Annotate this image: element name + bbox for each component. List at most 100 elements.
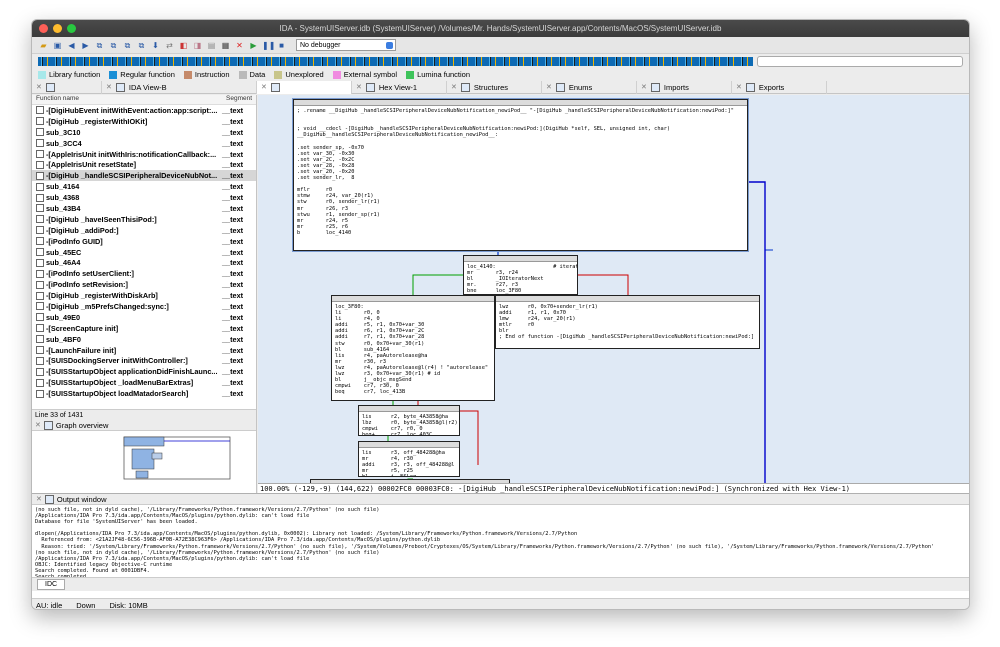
tab-imports[interactable]: ✕ Imports <box>637 80 732 94</box>
function-name: -[DigiHub _handleSCSIPeripheralDeviceNub… <box>46 171 218 181</box>
tab-hex-view[interactable]: ✕ Hex View-1 <box>352 80 447 94</box>
close-icon[interactable]: ✕ <box>106 81 112 94</box>
binoculars-next-icon[interactable]: ⧉ <box>136 40 147 51</box>
function-row[interactable]: sub_4BF0 __text <box>32 334 256 345</box>
tab-structures[interactable]: ✕ Structures <box>447 80 542 94</box>
function-row[interactable]: -[SUISStartupObject applicationDidFinish… <box>32 366 256 377</box>
close-icon[interactable]: ✕ <box>36 495 42 503</box>
function-name: -[DigiHub _m5PrefsChanged:sync:] <box>46 301 169 311</box>
navigation-dropdown[interactable] <box>757 55 963 67</box>
hex-icon[interactable]: ▦ <box>220 40 231 51</box>
tab-bar: ✕ ✕ IDA View-B ✕ ✕ Hex View-1 ✕ Structures … <box>32 80 969 94</box>
close-icon[interactable]: ✕ <box>36 81 42 94</box>
function-row[interactable]: sub_3CC4 __text <box>32 138 256 149</box>
function-row[interactable]: -[DigiHubEvent initWithEvent:action:app:… <box>32 105 256 116</box>
tab-exports[interactable]: ✕ Exports <box>732 80 827 94</box>
node-code: ; .rename __DigiHub _handleSCSIPeriphera… <box>297 108 734 236</box>
function-row[interactable]: sub_43B4 __text <box>32 203 256 214</box>
function-icon <box>36 346 44 355</box>
function-row[interactable]: -[AppleIrisUnit resetState] __text <box>32 159 256 170</box>
function-row[interactable]: sub_4164 __text <box>32 181 256 192</box>
close-icon[interactable]: ✕ <box>451 81 457 94</box>
column-function-name[interactable]: Function name <box>36 95 226 104</box>
binoculars-icon[interactable]: ⧉ <box>94 40 105 51</box>
function-row[interactable]: -[DigiHub _handleSCSIPeripheralDeviceNub… <box>32 170 256 182</box>
node-header <box>496 296 759 302</box>
node-header <box>332 296 494 302</box>
function-row[interactable]: sub_3C10 __text <box>32 127 256 138</box>
debugger-select[interactable]: No debugger <box>296 39 396 51</box>
minimize-window-button[interactable] <box>53 24 62 33</box>
stop-icon[interactable]: ✕ <box>234 40 245 51</box>
graph-node-function-entry[interactable]: ; .rename __DigiHub _handleSCSIPeriphera… <box>293 99 748 251</box>
navigation-band[interactable] <box>32 54 969 68</box>
function-name: sub_4164 <box>46 182 80 192</box>
close-icon[interactable]: ✕ <box>546 81 552 94</box>
function-name: sub_4368 <box>46 193 80 203</box>
tab-enums[interactable]: ✕ Enums <box>542 80 637 94</box>
graph-overview-area[interactable] <box>32 431 256 493</box>
function-icon <box>36 367 44 376</box>
binoculars-hex-icon[interactable]: ⧉ <box>122 40 133 51</box>
tab-functions[interactable]: ✕ <box>32 80 102 94</box>
close-icon[interactable]: ✕ <box>736 81 742 94</box>
function-row[interactable]: -[SUISDockingServer initWithController:]… <box>32 355 256 366</box>
function-row[interactable]: -[DigiHub _m5PrefsChanged:sync:] __text <box>32 301 256 312</box>
function-row[interactable]: -[ScreenCapture init] __text <box>32 323 256 334</box>
play-icon[interactable]: ▶ <box>248 40 259 51</box>
function-row[interactable]: -[iPodInfo setUserClient:] __text <box>32 268 256 279</box>
function-row[interactable]: -[iPodInfo GUID] __text <box>32 236 256 247</box>
status-disk: Disk: 10MB <box>109 601 148 610</box>
function-row[interactable]: -[DigiHub _registerWithIOKit] __text <box>32 116 256 127</box>
stop-square-icon[interactable]: ■ <box>276 40 287 51</box>
navigation-colorbar[interactable] <box>38 56 753 66</box>
back-arrow-icon[interactable]: ◀ <box>66 40 77 51</box>
close-icon[interactable]: ✕ <box>261 81 267 94</box>
disassembly-graph-view[interactable]: ; .rename __DigiHub _handleSCSIPeriphera… <box>258 95 969 483</box>
function-segment: __text <box>222 182 244 192</box>
function-icon <box>36 248 44 257</box>
save-icon[interactable]: ▣ <box>52 40 63 51</box>
close-window-button[interactable] <box>39 24 48 33</box>
function-row[interactable]: -[DigiHub _addiPod:] __text <box>32 225 256 236</box>
graph-node-loop[interactable]: loc_4140: # iterator mr r3, r24 bl _IOIt… <box>463 255 578 295</box>
jump-down-icon[interactable]: ⬇ <box>150 40 161 51</box>
function-row[interactable]: sub_45EC __text <box>32 247 256 258</box>
function-row[interactable]: sub_46A4 __text <box>32 257 256 268</box>
function-row[interactable]: sub_4368 __text <box>32 192 256 203</box>
graph-node-body[interactable]: loc_3F80: li r0, 0 li r4, 0 addi r5, r1,… <box>331 295 495 401</box>
column-segment[interactable]: Segment <box>226 95 252 104</box>
function-row[interactable]: -[SUISStartupObject loadMatadorSearch] __… <box>32 388 256 399</box>
tab-graph[interactable]: ✕ <box>257 80 352 94</box>
graph-node-check[interactable]: lis r2, byte_4A3858@ha lbz r0, byte_4A38… <box>358 405 460 436</box>
function-row[interactable]: -[DigiHub _registerWithDiskArb] __text <box>32 290 256 301</box>
function-row[interactable]: -[SUISStartupObject _loadMenuBarExtras] _… <box>32 377 256 388</box>
undefine-icon[interactable]: ▤ <box>206 40 217 51</box>
output-text[interactable]: (no such file, not in dyld cache), '/Lib… <box>32 505 969 577</box>
graph-node-nslog[interactable]: lis r3, off_484288@ha mr r4, r30 addi r3… <box>358 441 460 477</box>
function-row[interactable]: -[AppleIrisUnit initWithIris:notificatio… <box>32 149 256 160</box>
close-icon[interactable]: ✕ <box>35 421 41 429</box>
graph-view-icon <box>270 82 280 92</box>
code-icon[interactable]: ◧ <box>178 40 189 51</box>
data-icon[interactable]: ◨ <box>192 40 203 51</box>
function-segment: __text <box>222 203 244 213</box>
convert-icon[interactable]: ⇄ <box>164 40 175 51</box>
functions-list[interactable]: -[DigiHubEvent initWithEvent:action:app:… <box>32 105 256 409</box>
function-row[interactable]: -[DigiHub _haveISeenThisiPod:] __text <box>32 214 256 225</box>
function-icon <box>36 378 44 387</box>
idc-language-button[interactable]: IDC <box>37 579 66 590</box>
binoculars-text-icon[interactable]: ⧉ <box>108 40 119 51</box>
tab-ida-view-b[interactable]: ✕ IDA View-B <box>102 80 257 94</box>
zoom-window-button[interactable] <box>67 24 76 33</box>
open-folder-icon[interactable]: ▰ <box>38 40 49 51</box>
forward-arrow-icon[interactable]: ▶ <box>80 40 91 51</box>
close-icon[interactable]: ✕ <box>356 81 362 94</box>
function-row[interactable]: sub_49E0 __text <box>32 312 256 323</box>
pause-icon[interactable]: ❚❚ <box>262 40 275 51</box>
function-row[interactable]: -[iPodInfo setRevision:] __text <box>32 279 256 290</box>
close-icon[interactable]: ✕ <box>641 81 647 94</box>
function-row[interactable]: -[LaunchFailure init] __text <box>32 345 256 356</box>
graph-node-exit[interactable]: lwz r0, 0x70+sender_lr(r1) addi r1, r1, … <box>495 295 760 349</box>
function-segment: __text <box>222 105 244 115</box>
